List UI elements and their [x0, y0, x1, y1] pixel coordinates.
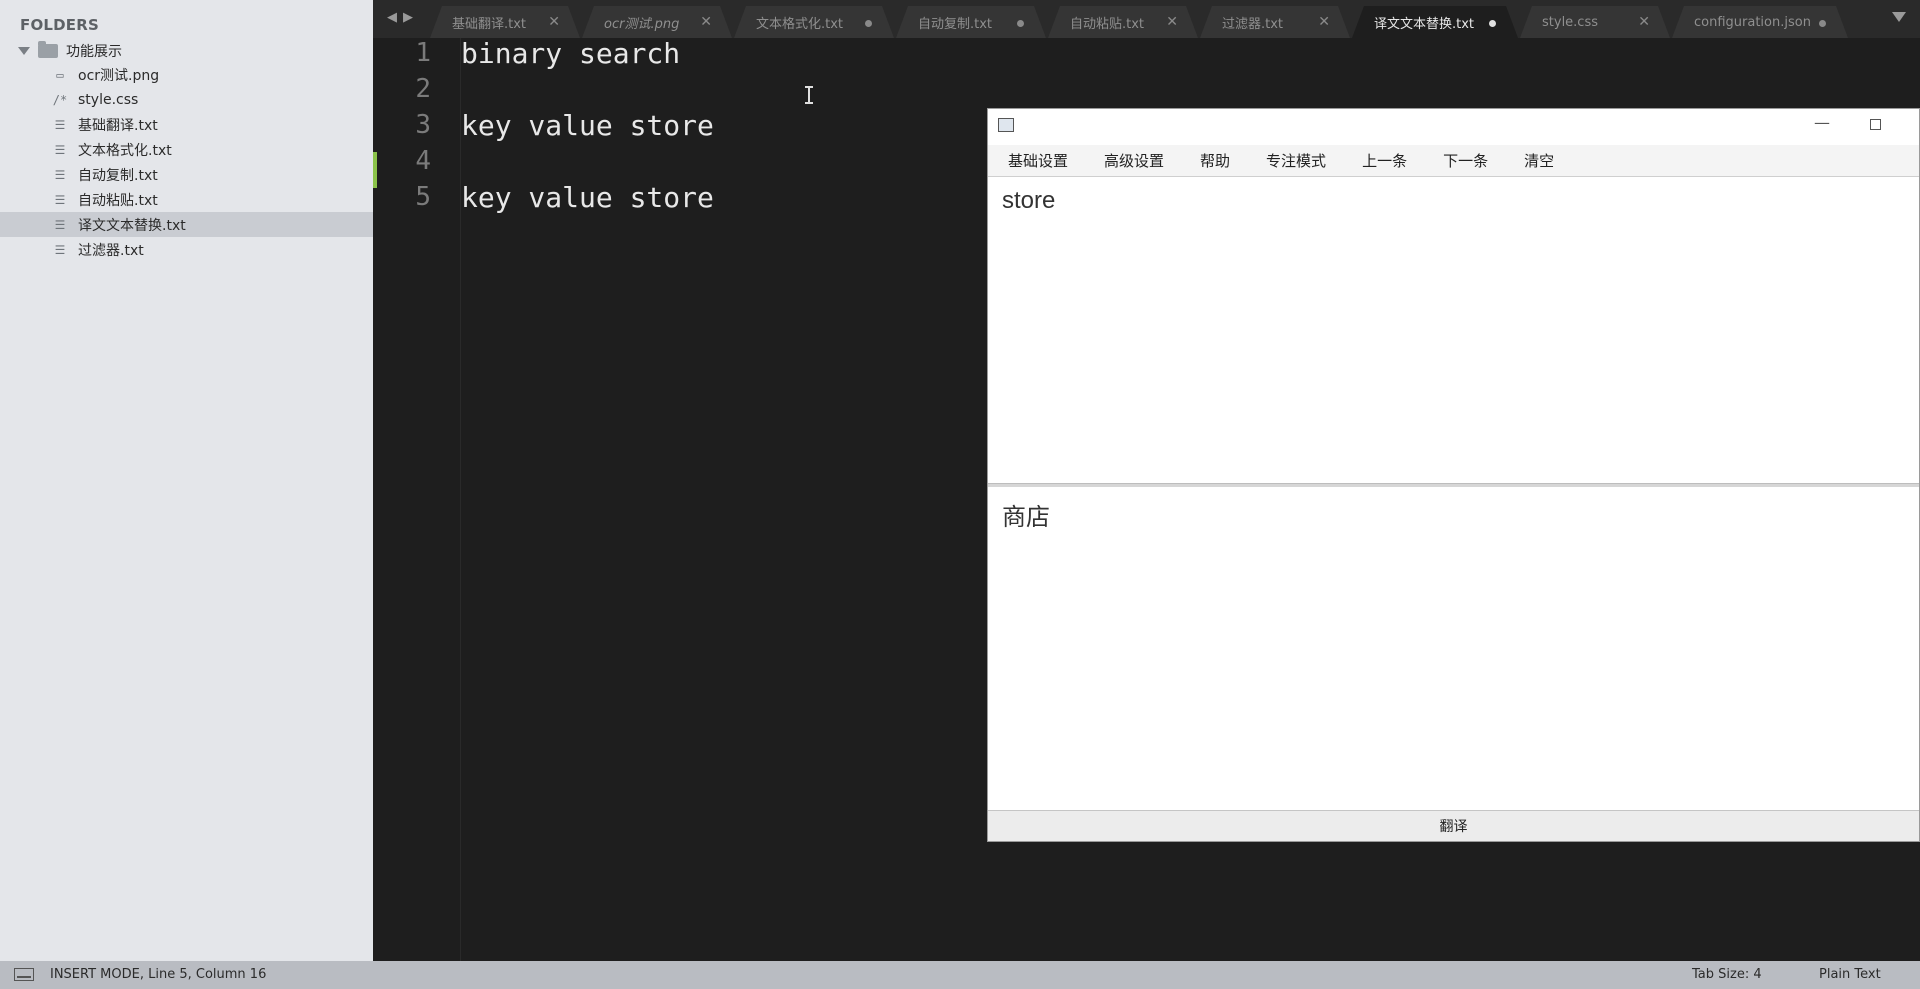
tab-filter[interactable]: 过滤器.txt ✕ [1200, 6, 1350, 38]
sidebar-file-label: style.css [78, 91, 139, 108]
close-icon[interactable]: ✕ [548, 14, 560, 30]
tab-auto-paste[interactable]: 自动粘贴.txt ✕ [1048, 6, 1198, 38]
source-text-area[interactable]: store [988, 179, 1919, 415]
sidebar-file-label: 自动粘贴.txt [78, 192, 158, 209]
tab-ocr-png[interactable]: ocr测试.png ✕ [582, 6, 732, 38]
sidebar-file-label: 文本格式化.txt [78, 142, 172, 159]
unsaved-dot-icon[interactable] [1017, 20, 1024, 27]
line-number: 4 [415, 146, 431, 176]
menu-previous[interactable]: 上一条 [1352, 148, 1407, 173]
tab-style-css[interactable]: style.css ✕ [1520, 6, 1670, 38]
panel-toggle-icon[interactable] [14, 968, 34, 981]
tab-basic-translate[interactable]: 基础翻译.txt ✕ [430, 6, 580, 38]
sidebar-file-label: ocr测试.png [78, 67, 160, 84]
sidebar-file-label: 过滤器.txt [78, 242, 144, 259]
sidebar: FOLDERS 功能展示 ▭ ocr测试.png /* style.css ☰ … [0, 0, 373, 961]
menu-clear[interactable]: 清空 [1514, 148, 1554, 173]
line-number: 3 [415, 110, 431, 140]
css-icon: /* [52, 92, 68, 107]
text-file-icon: ☰ [54, 167, 66, 182]
code-line[interactable]: key value store [461, 109, 714, 142]
text-file-icon: ☰ [54, 242, 66, 257]
menu-help[interactable]: 帮助 [1190, 148, 1230, 173]
folders-header: FOLDERS [20, 16, 100, 34]
text-file-icon: ☰ [54, 217, 66, 232]
image-icon: ▭ [56, 67, 64, 82]
close-icon[interactable]: ✕ [1638, 14, 1650, 30]
tab-overflow-icon[interactable] [1892, 12, 1906, 22]
tab-auto-copy[interactable]: 自动复制.txt [896, 6, 1046, 38]
sidebar-file-style-css[interactable]: /* style.css [0, 87, 373, 112]
close-icon[interactable]: ✕ [1318, 14, 1330, 30]
translation-text-area[interactable]: 商店 [988, 489, 1919, 815]
sidebar-file-label: 基础翻译.txt [78, 117, 158, 134]
minimize-icon[interactable]: — [1814, 113, 1830, 132]
tab-size-selector[interactable]: Tab Size: 4 [1692, 967, 1762, 982]
menu-bar: 基础设置 高级设置 帮助 专注模式 上一条 下一条 清空 [988, 145, 1919, 177]
status-bar: INSERT MODE, Line 5, Column 16 Tab Size:… [0, 961, 1920, 989]
close-icon[interactable]: ✕ [1166, 14, 1178, 30]
menu-advanced-settings[interactable]: 高级设置 [1094, 148, 1164, 173]
sidebar-file-ocr-png[interactable]: ▭ ocr测试.png [0, 62, 373, 87]
tab-next-icon[interactable]: ▶ [403, 10, 413, 25]
window-titlebar[interactable]: — [988, 109, 1919, 141]
status-mode: INSERT MODE, Line 5, Column 16 [50, 967, 267, 982]
sidebar-file-translation-replace[interactable]: ☰ 译文文本替换.txt [0, 212, 373, 237]
maximize-icon[interactable] [1870, 119, 1881, 130]
app-icon [998, 118, 1014, 132]
line-number: 2 [415, 74, 431, 104]
text-cursor-icon [805, 86, 813, 104]
tab-prev-icon[interactable]: ◀ [387, 10, 397, 25]
tab-configuration-json[interactable]: configuration.json [1672, 6, 1848, 38]
sidebar-file-filter[interactable]: ☰ 过滤器.txt [0, 237, 373, 262]
sidebar-file-label: 译文文本替换.txt [78, 217, 186, 234]
folder-icon [38, 41, 58, 58]
close-icon[interactable]: ✕ [700, 14, 712, 30]
unsaved-dot-icon[interactable] [1489, 20, 1496, 27]
disclosure-triangle-icon[interactable] [18, 47, 30, 55]
unsaved-dot-icon[interactable] [1819, 20, 1826, 27]
tab-text-format[interactable]: 文本格式化.txt [734, 6, 894, 38]
line-gutter: 1 2 3 4 5 [373, 38, 461, 961]
code-line[interactable]: key value store [461, 181, 714, 214]
translator-window: — 基础设置 高级设置 帮助 专注模式 上一条 下一条 清空 store 商店 … [987, 108, 1920, 842]
tab-translation-replace[interactable]: 译文文本替换.txt [1352, 6, 1518, 38]
code-line[interactable]: binary search [461, 37, 680, 70]
pane-divider[interactable] [988, 483, 1919, 487]
text-file-icon: ☰ [54, 192, 66, 207]
unsaved-dot-icon[interactable] [865, 20, 872, 27]
menu-basic-settings[interactable]: 基础设置 [998, 148, 1068, 173]
sidebar-file-text-format[interactable]: ☰ 文本格式化.txt [0, 137, 373, 162]
sidebar-file-auto-paste[interactable]: ☰ 自动粘贴.txt [0, 187, 373, 212]
line-number: 5 [415, 182, 431, 212]
root-folder-label: 功能展示 [66, 44, 122, 60]
root-folder[interactable]: 功能展示 [18, 40, 122, 62]
text-file-icon: ☰ [54, 142, 66, 157]
sidebar-file-auto-copy[interactable]: ☰ 自动复制.txt [0, 162, 373, 187]
menu-next[interactable]: 下一条 [1433, 148, 1488, 173]
translate-button[interactable]: 翻译 [988, 810, 1919, 841]
tab-bar: ◀ ▶ 基础翻译.txt ✕ ocr测试.png ✕ 文本格式化.txt 自动复… [373, 0, 1920, 38]
sidebar-file-basic-translate[interactable]: ☰ 基础翻译.txt [0, 112, 373, 137]
syntax-selector[interactable]: Plain Text [1819, 967, 1881, 982]
text-file-icon: ☰ [54, 117, 66, 132]
sidebar-file-label: 自动复制.txt [78, 167, 158, 184]
menu-focus-mode[interactable]: 专注模式 [1256, 148, 1326, 173]
line-number: 1 [415, 38, 431, 68]
